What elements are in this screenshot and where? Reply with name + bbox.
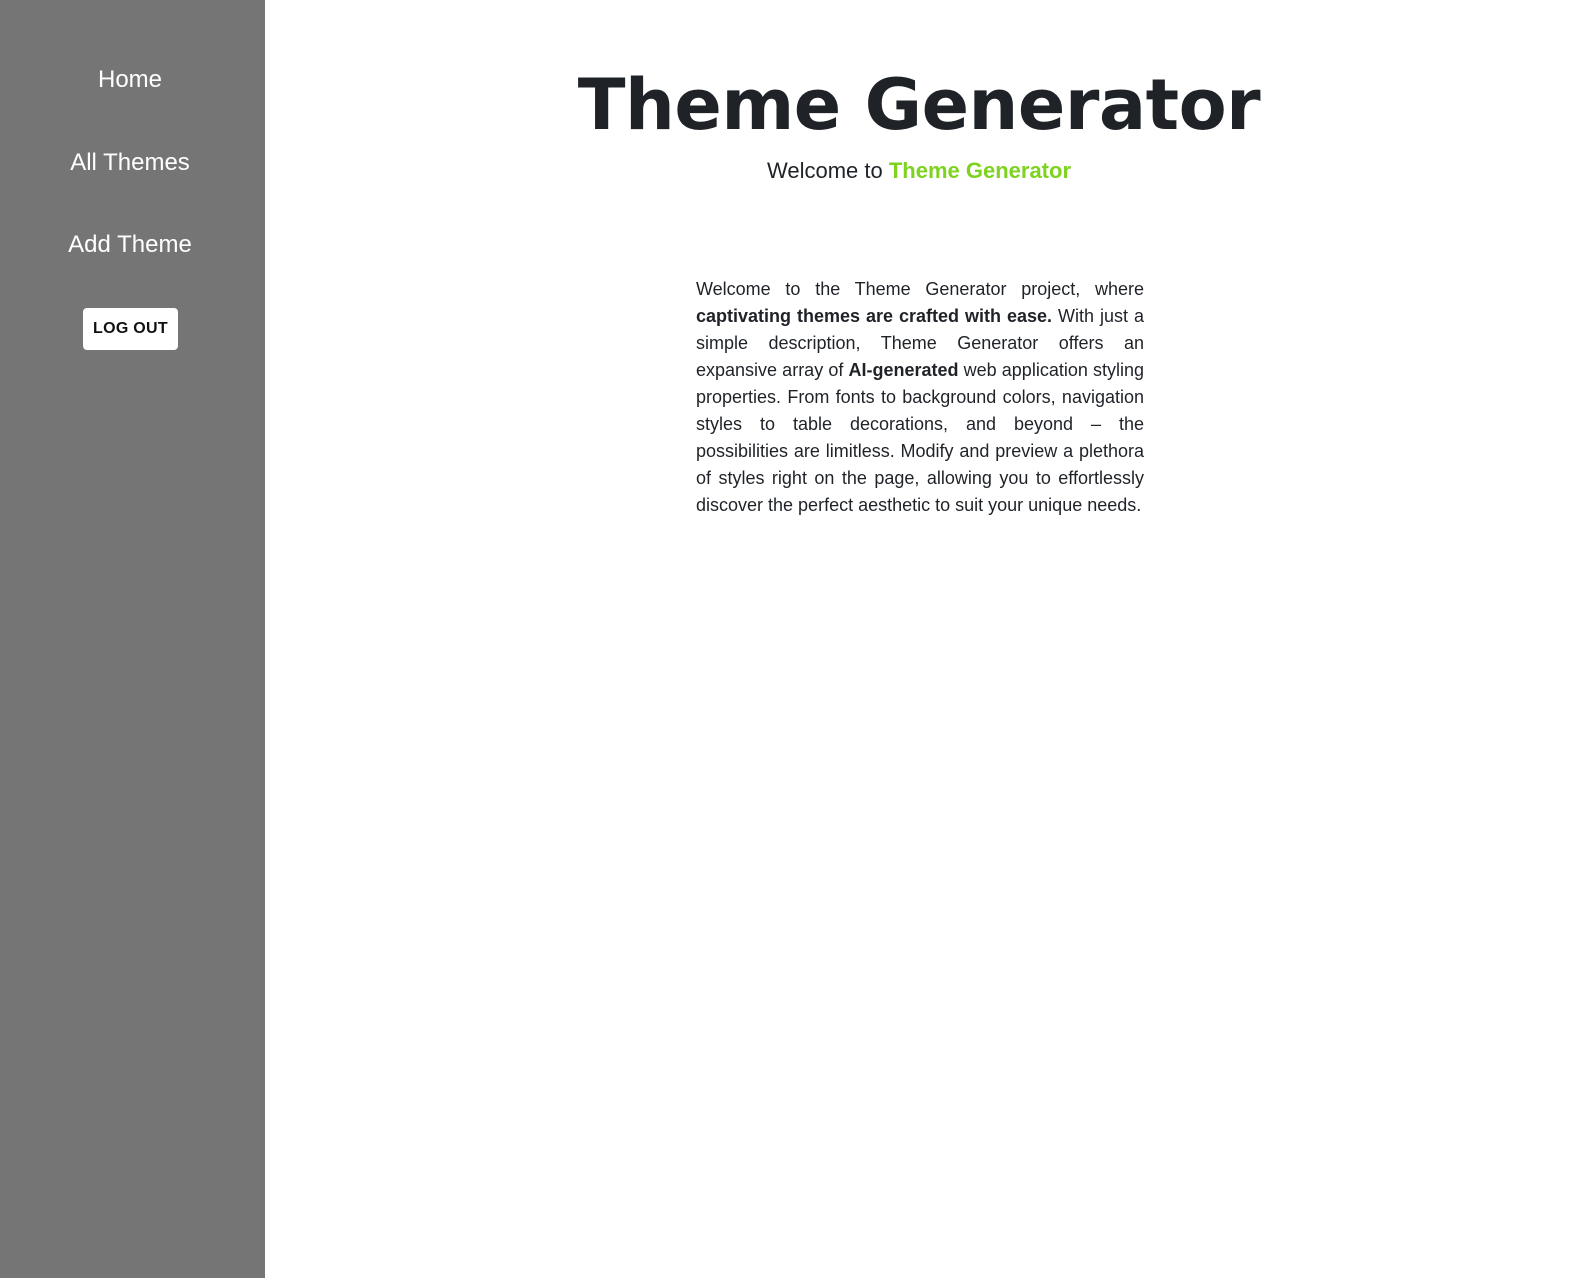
page-subtitle: Welcome to Theme Generator: [265, 156, 1573, 186]
brand-logo-text: ALELLA: [200, 532, 230, 1028]
brand-logo-svg: ALELLA: [200, 532, 230, 1028]
logout-button[interactable]: LOG OUT: [83, 308, 178, 350]
subtitle-prefix: Welcome to: [766, 158, 889, 183]
intro-bold-2: AI-generated: [848, 360, 959, 380]
brand-logo: ALELLA: [88, 532, 230, 1028]
sidebar-item-all-themes[interactable]: All Themes: [0, 148, 260, 178]
intro-paragraph: Welcome to the Theme Generator project, …: [696, 276, 1144, 519]
main-content: Theme Generator Welcome to Theme Generat…: [265, 0, 1573, 1278]
sidebar-item-home[interactable]: Home: [0, 65, 260, 95]
intro-text-3: web application styling properties. From…: [696, 360, 1144, 515]
sidebar: Home All Themes Add Theme LOG OUT ALELLA: [0, 0, 265, 1278]
subtitle-accent: Theme Generator: [888, 158, 1072, 183]
intro-bold-1: captivating themes are crafted with ease…: [696, 306, 1053, 326]
sidebar-item-add-theme[interactable]: Add Theme: [0, 230, 260, 260]
intro-text-1: Welcome to the Theme Generator project, …: [696, 279, 1144, 299]
page-title: Theme Generator: [577, 64, 1261, 146]
app-root: Home All Themes Add Theme LOG OUT ALELLA…: [0, 0, 1573, 1278]
